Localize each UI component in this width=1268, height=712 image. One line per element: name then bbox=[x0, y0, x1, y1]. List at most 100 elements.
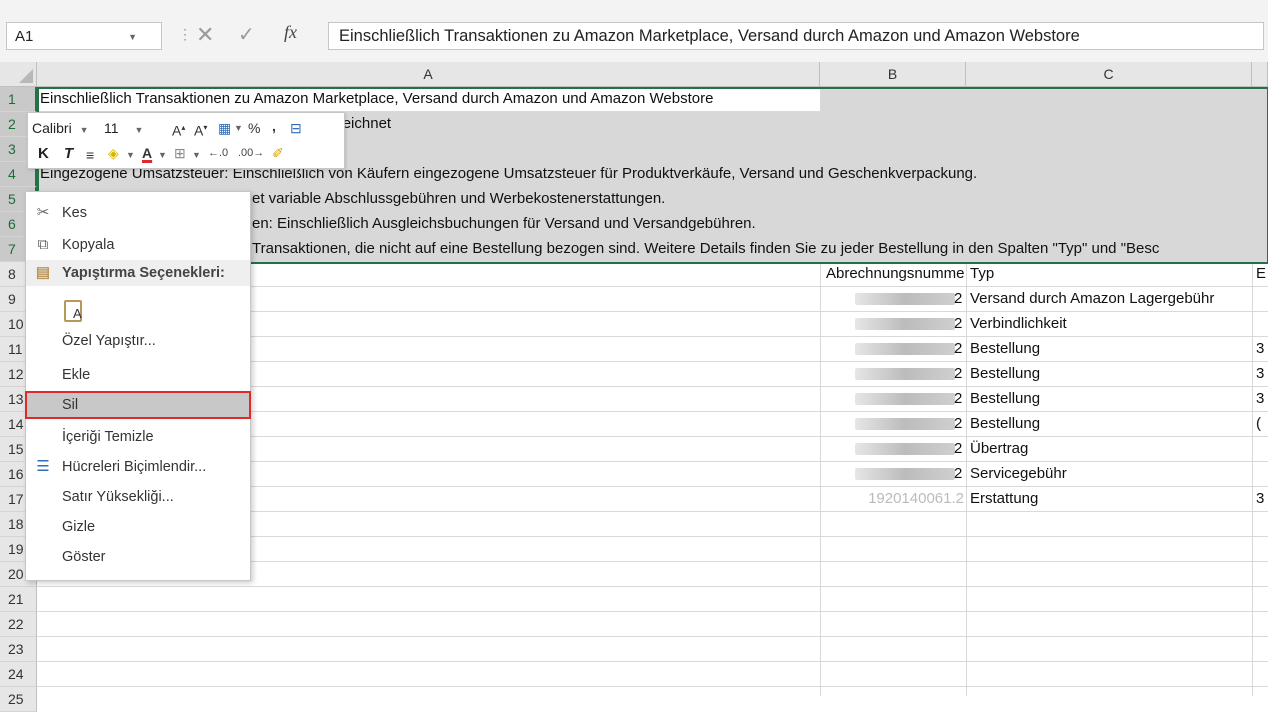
cell-b13[interactable]: 2 bbox=[954, 387, 966, 411]
cell-d8[interactable]: E bbox=[1256, 262, 1268, 286]
menu-item-label: İçeriği Temizle bbox=[62, 429, 154, 445]
cell-d11[interactable]: 3 bbox=[1256, 337, 1268, 361]
cell-c12[interactable]: Bestellung bbox=[970, 362, 1250, 386]
menu-item-label: Yapıştırma Seçenekleri: bbox=[62, 265, 225, 281]
cell-a2[interactable]: gekennzeichnet bbox=[286, 112, 786, 136]
cell-b12[interactable]: 2 bbox=[954, 362, 966, 386]
cell-c11[interactable]: Bestellung bbox=[970, 337, 1250, 361]
borders-icon[interactable]: ⊞ bbox=[174, 143, 186, 163]
menu-item-copy[interactable]: ⧉ Kopyala bbox=[26, 232, 250, 258]
cell-c17[interactable]: Erstattung bbox=[970, 487, 1250, 511]
cell-b16[interactable]: 2 bbox=[954, 462, 966, 486]
row-header[interactable]: 21 bbox=[0, 587, 37, 612]
mini-toolbar: Calibri ▼ 11 ▼ A▴ A▾ ▦ ▼ % , ⊟ K T ≡ ◈ ▼… bbox=[27, 112, 345, 169]
cell-d17[interactable]: 3 bbox=[1256, 487, 1268, 511]
cell-c8[interactable]: Typ bbox=[970, 262, 1250, 286]
cell-d14[interactable]: ( bbox=[1256, 412, 1268, 436]
bold-button[interactable]: K bbox=[38, 145, 49, 162]
align-icon[interactable]: ≡ bbox=[86, 145, 94, 165]
cell-d12[interactable]: 3 bbox=[1256, 362, 1268, 386]
row-header[interactable]: 23 bbox=[0, 637, 37, 662]
cell-a7[interactable]: Transaktionen, die nicht auf eine Bestel… bbox=[252, 237, 1268, 261]
increase-font-icon[interactable]: A▴ bbox=[172, 118, 185, 141]
cell-c15[interactable]: Übertrag bbox=[970, 437, 1250, 461]
menu-item-paste-special[interactable]: Özel Yapıştır... bbox=[26, 328, 250, 354]
row-header[interactable]: 25 bbox=[0, 687, 37, 712]
comma-style-icon[interactable]: , bbox=[272, 116, 276, 136]
cell-b9[interactable]: 2 bbox=[954, 287, 966, 311]
menu-item-label: Satır Yüksekliği... bbox=[62, 489, 174, 505]
select-all-button[interactable] bbox=[0, 62, 37, 87]
paste-options-header: ▤ Yapıştırma Seçenekleri: bbox=[26, 260, 250, 286]
menu-item-label: Özel Yapıştır... bbox=[62, 333, 156, 349]
chevron-down-icon[interactable]: ▼ bbox=[126, 145, 135, 165]
drag-handle-icon[interactable]: ⋮ bbox=[178, 26, 192, 43]
row-header[interactable]: 22 bbox=[0, 612, 37, 637]
name-box[interactable]: A1 ▼ bbox=[6, 22, 162, 50]
cell-a6[interactable]: en: Einschließlich Ausgleichsbuchungen f… bbox=[252, 212, 1152, 236]
formula-text: Einschließlich Transaktionen zu Amazon M… bbox=[339, 27, 1080, 45]
menu-item-format-cells[interactable]: ☰ Hücreleri Biçimlendir... bbox=[26, 454, 250, 480]
cancel-icon[interactable]: ✕ bbox=[196, 22, 214, 48]
chevron-down-icon: ▼ bbox=[134, 125, 144, 135]
cell-c14[interactable]: Bestellung bbox=[970, 412, 1250, 436]
enter-icon[interactable]: ✓ bbox=[238, 22, 255, 47]
menu-item-label: Kes bbox=[62, 205, 87, 221]
cell-c13[interactable]: Bestellung bbox=[970, 387, 1250, 411]
cell-b15[interactable]: 2 bbox=[954, 437, 966, 461]
format-cells-icon: ☰ bbox=[36, 458, 50, 475]
cell-b14[interactable]: 2 bbox=[954, 412, 966, 436]
paste-icon: A bbox=[73, 306, 82, 321]
cell-a1[interactable]: Einschließlich Transaktionen zu Amazon M… bbox=[40, 87, 1260, 111]
column-header-b[interactable]: B bbox=[820, 62, 966, 87]
menu-item-delete[interactable]: Sil bbox=[25, 391, 251, 419]
row-header[interactable]: 1 bbox=[0, 87, 37, 112]
row-header[interactable]: 24 bbox=[0, 662, 37, 687]
menu-item-cut[interactable]: ✂ Kes bbox=[26, 200, 250, 226]
cell-b17[interactable]: 1920140061.2 bbox=[858, 487, 964, 511]
decrease-font-icon[interactable]: A▾ bbox=[194, 118, 207, 141]
font-color-icon[interactable]: A bbox=[142, 143, 152, 163]
menu-item-row-height[interactable]: Satır Yüksekliği... bbox=[26, 484, 250, 510]
decrease-decimal-icon[interactable]: .00→ bbox=[238, 143, 264, 163]
cell-b10[interactable]: 2 bbox=[954, 312, 966, 336]
menu-item-hide[interactable]: Gizle bbox=[26, 514, 250, 540]
menu-item-clear-contents[interactable]: İçeriği Temizle bbox=[26, 424, 250, 450]
clipboard-icon: ▤ bbox=[35, 264, 51, 281]
insert-function-icon[interactable]: fx bbox=[284, 22, 297, 43]
font-size-select[interactable]: 11 ▼ bbox=[104, 118, 164, 138]
format-painter-icon[interactable]: ✐ bbox=[272, 143, 284, 163]
chevron-down-icon[interactable]: ▼ bbox=[234, 118, 243, 138]
formula-input[interactable]: Einschließlich Transaktionen zu Amazon M… bbox=[328, 22, 1264, 50]
redacted-id bbox=[855, 468, 955, 480]
redacted-id bbox=[855, 318, 955, 330]
cell-c10[interactable]: Verbindlichkeit bbox=[970, 312, 1250, 336]
chevron-down-icon[interactable]: ▼ bbox=[192, 145, 201, 165]
chevron-down-icon[interactable]: ▼ bbox=[128, 32, 137, 42]
menu-item-label: Hücreleri Biçimlendir... bbox=[62, 459, 207, 475]
name-box-value: A1 bbox=[15, 28, 34, 45]
menu-item-label: Sil bbox=[62, 397, 79, 413]
cell-d13[interactable]: 3 bbox=[1256, 387, 1268, 411]
merge-center-icon[interactable]: ⊟ bbox=[290, 118, 302, 138]
font-name-value: Calibri bbox=[32, 120, 72, 136]
fill-color-icon[interactable]: ◈ bbox=[108, 143, 119, 163]
increase-decimal-icon[interactable]: ←.0 bbox=[208, 143, 228, 163]
cell-b8[interactable]: Abrechnungsnummer bbox=[826, 262, 964, 286]
font-name-select[interactable]: Calibri ▼ bbox=[32, 118, 98, 138]
cell-c9[interactable]: Versand durch Amazon Lagergebühr bbox=[970, 287, 1250, 311]
accounting-format-icon[interactable]: ▦ bbox=[218, 118, 231, 138]
cell-c16[interactable]: Servicegebühr bbox=[970, 462, 1250, 486]
column-header-d[interactable] bbox=[1252, 62, 1268, 87]
cell-b11[interactable]: 2 bbox=[954, 337, 966, 361]
chevron-down-icon[interactable]: ▼ bbox=[158, 145, 167, 165]
column-header-c[interactable]: C bbox=[966, 62, 1252, 87]
cell-a5[interactable]: et variable Abschlussgebühren und Werbek… bbox=[252, 187, 1152, 211]
column-header-a[interactable]: A bbox=[37, 62, 820, 87]
percent-icon[interactable]: % bbox=[248, 118, 260, 138]
menu-item-unhide[interactable]: Göster bbox=[26, 544, 250, 570]
menu-item-insert[interactable]: Ekle bbox=[26, 362, 250, 388]
italic-button[interactable]: T bbox=[64, 145, 73, 162]
menu-item-label: Kopyala bbox=[62, 237, 115, 253]
paste-values-button[interactable]: A bbox=[64, 300, 82, 322]
